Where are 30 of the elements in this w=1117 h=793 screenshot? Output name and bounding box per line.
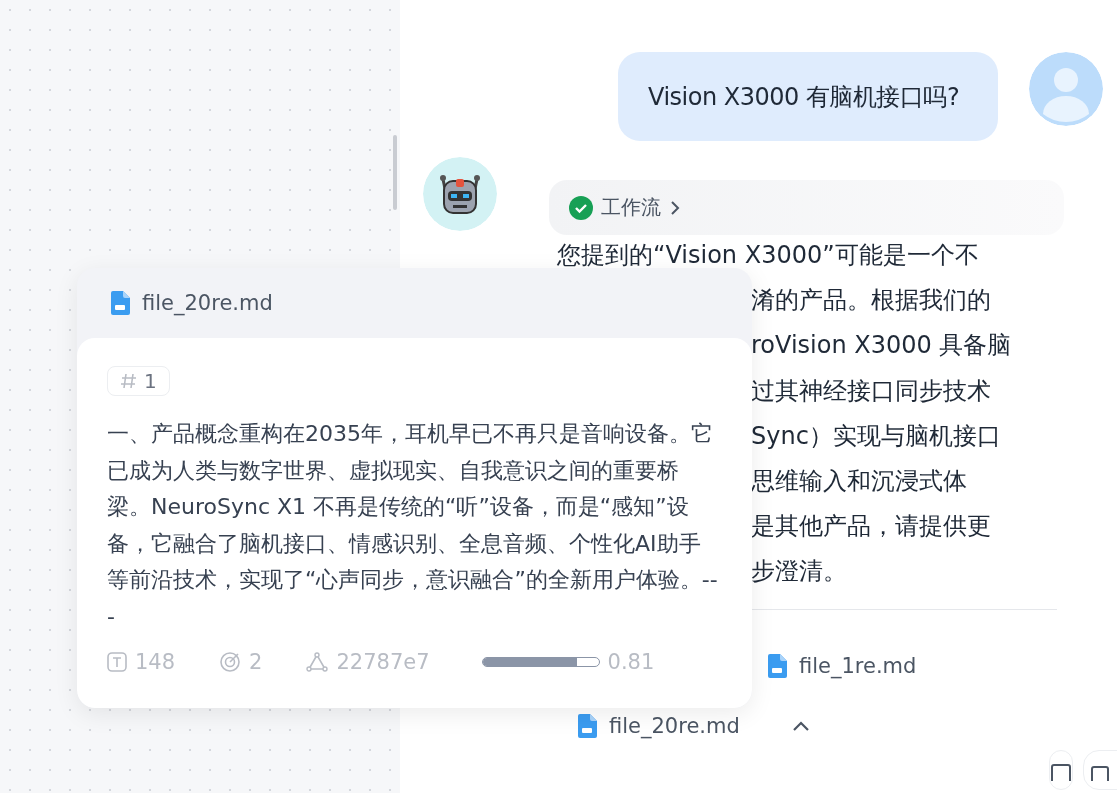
chevron-right-icon [669, 199, 681, 216]
popover-file-name: file_20re.md [142, 291, 273, 315]
chevron-up-icon[interactable] [791, 719, 810, 732]
hash-id: 22787e7 [336, 649, 430, 674]
scrollbar[interactable] [393, 135, 397, 210]
answer-text: Sync）实现与脑机接口 [751, 421, 1001, 450]
answer-text: 思维输入和沉浸式体 [751, 467, 967, 495]
source-file-link[interactable]: file_20re.md [609, 713, 740, 738]
workflow-button[interactable]: 工作流 [549, 180, 1064, 235]
answer-text: 您提到的“Vision X3000”可能是一个不 [557, 241, 979, 269]
user-message: Vision X3000 有脑机接口吗? [618, 52, 998, 141]
answer-text: roVision X3000 具备脑 [751, 331, 1012, 360]
markdown-file-icon [577, 713, 597, 738]
chunk-text: 一、产品概念重构在2035年，耳机早已不再只是音响设备。它已成为人类与数字世界、虚拟现实、自我意识之间的重要桥梁。NeuroSync X1 不再是传统的“听”设备，而是“感知”设备，它融合了脑机接口、情感识别、全息音频、个性化AI助手等前沿技术，实现了“心声同步，意识融合”的全新用户体验。--- [107, 420, 719, 631]
score-value: 0.81 [607, 649, 655, 674]
text-icon [107, 651, 127, 672]
hit-count: 2 [249, 649, 263, 674]
answer-text: 是其他产品，请提供更 [751, 512, 991, 541]
answer-text: 步澄清。 [751, 557, 847, 586]
hash-icon [120, 372, 138, 390]
source-file-link[interactable]: file_1re.md [799, 653, 917, 678]
answer-text: 过其神经接口同步技术 [751, 376, 991, 405]
target-icon [219, 650, 242, 673]
action-button[interactable] [1049, 749, 1073, 790]
chunk-tag: 1 [107, 366, 170, 396]
answer-text: 淆的产品。根据我们的 [751, 286, 991, 315]
char-count: 148 [135, 649, 176, 674]
markdown-file-icon [110, 291, 130, 315]
graph-icon [306, 650, 329, 673]
markdown-file-icon [767, 653, 787, 678]
